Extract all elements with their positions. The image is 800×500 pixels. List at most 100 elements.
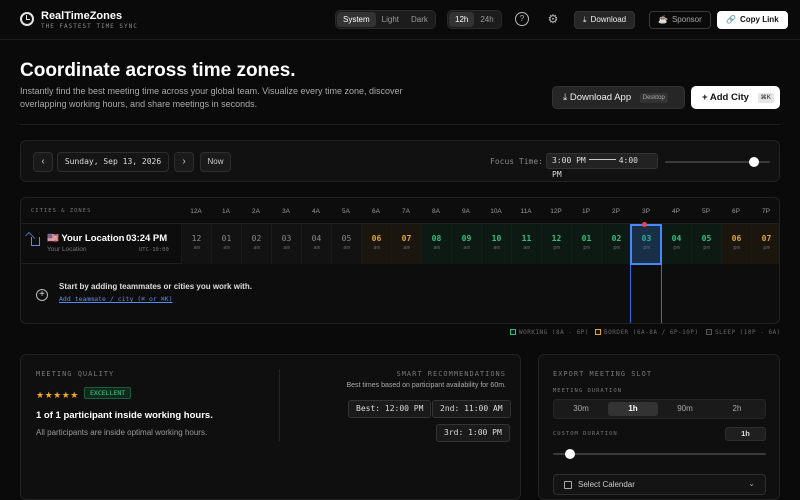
help-icon[interactable]: ? — [515, 12, 529, 26]
copy-link-button[interactable]: 🔗 Copy Link — [717, 11, 788, 29]
format-12h-option[interactable]: 12h — [449, 12, 475, 27]
hour-label: 2P — [612, 208, 620, 215]
coffee-icon: ☕ — [658, 15, 668, 24]
hour-cell[interactable]: 11 am — [511, 224, 541, 264]
cities-zones-label: CITIES & ZONES — [31, 208, 92, 214]
calendar-select-label: Select Calendar — [578, 480, 635, 489]
focus-time-range: 3:00 PM 4:00 PM — [546, 153, 658, 179]
download-button[interactable]: ⤓ Download — [574, 11, 636, 29]
hour-cell[interactable]: 08 am — [421, 224, 451, 264]
rating-badge: EXCELLENT — [84, 387, 132, 399]
hour-label: 11A — [520, 208, 532, 215]
hour-label: 6P — [732, 208, 740, 215]
recommendation-second[interactable]: 2nd: 11:00 AM — [432, 400, 511, 418]
hour-cell-period: pm — [613, 245, 620, 251]
hour-cell-hour: 02 — [611, 234, 622, 243]
hour-label: 6A — [372, 208, 380, 215]
custom-duration-slider-track[interactable] — [553, 453, 766, 455]
now-button[interactable]: Now — [200, 152, 231, 172]
hour-cell-hour: 04 — [671, 234, 682, 243]
hour-cell[interactable]: 02 am — [241, 224, 271, 264]
recommendation-best[interactable]: Best: 12:00 PM — [348, 400, 432, 418]
hour-header: CITIES & ZONES 12A 1A 2A 3A 4A 5A 6A 7A 8A 9A 10A 1… — [21, 198, 779, 224]
hour-cell-period: am — [403, 245, 410, 251]
hour-cell-hour: 08 — [431, 234, 442, 243]
hour-cell-period: am — [283, 245, 290, 251]
hour-cell-hour: 02 — [251, 234, 262, 243]
hour-label: 12P — [550, 208, 562, 215]
hour-cell[interactable]: 03 am — [271, 224, 301, 264]
hour-label: 2A — [252, 208, 260, 215]
duration-30m[interactable]: 30m — [556, 402, 606, 416]
recommendation-third[interactable]: 3rd: 1:00 PM — [436, 424, 510, 442]
calendar-select[interactable]: Select Calendar ⌄ — [553, 474, 766, 495]
hour-label: 7A — [402, 208, 410, 215]
theme-system-option[interactable]: System — [337, 12, 376, 27]
hour-cell[interactable]: 01 am — [211, 224, 241, 264]
prev-day-button[interactable]: ‹ — [33, 152, 53, 172]
hour-cell-hour: 01 — [581, 234, 592, 243]
hour-label: 4P — [672, 208, 680, 215]
hour-cell[interactable]: 01 pm — [571, 224, 601, 264]
duration-1h[interactable]: 1h — [608, 402, 658, 416]
hour-cell[interactable]: 04 am — [301, 224, 331, 264]
hour-cell-period: am — [193, 245, 200, 251]
location-row[interactable]: 🇺🇸 Your Location Your Location 03:24 PM … — [21, 224, 779, 264]
hour-cell-hour: 06 — [731, 234, 742, 243]
hour-cell[interactable]: 12 pm — [541, 224, 571, 264]
hour-cell[interactable]: 12 am — [181, 224, 211, 264]
hour-cell[interactable]: 10 am — [481, 224, 511, 264]
working-swatch — [510, 329, 516, 335]
chevron-down-icon: ⌄ — [748, 479, 755, 488]
location-utc-offset: UTC-10:00 — [139, 247, 169, 253]
hour-cell-period: pm — [583, 245, 590, 251]
format-24h-option[interactable]: 24h — [474, 12, 499, 27]
link-icon: 🔗 — [726, 15, 736, 24]
theme-light-option[interactable]: Light — [376, 12, 405, 27]
top-header: RealTimeZones THE FASTEST TIME SYNC Syst… — [0, 0, 800, 40]
recommendations-subtitle: Best times based on participant availabi… — [346, 382, 506, 389]
focus-cell-highlight[interactable] — [630, 224, 662, 265]
plus-icon: + — [702, 92, 708, 103]
hour-cell-period: pm — [673, 245, 680, 251]
legend-working: WORKING (8A - 6P) — [510, 329, 589, 336]
download-app-button[interactable]: ⤓ Download App Desktop — [552, 86, 685, 109]
hour-label: 12A — [190, 208, 202, 215]
date-display[interactable]: Sunday, Sep 13, 2026 — [57, 152, 169, 172]
hero-title: Coordinate across time zones. — [20, 60, 296, 81]
duration-selector: 30m 1h 90m 2h — [553, 399, 766, 419]
timezone-grid: CITIES & ZONES 12A 1A 2A 3A 4A 5A 6A 7A 8A 9A 10A 1… — [20, 197, 780, 324]
hour-cell[interactable]: 06 pm — [721, 224, 751, 264]
duration-90m[interactable]: 90m — [660, 402, 710, 416]
add-teammate-link[interactable]: Add teammate / city (⌘ or ⌘K) — [59, 295, 173, 303]
theme-dark-option[interactable]: Dark — [405, 12, 434, 27]
hour-cell[interactable]: 07 am — [391, 224, 421, 264]
hour-label: 1A — [222, 208, 230, 215]
hour-cell[interactable]: 07 pm — [751, 224, 779, 264]
custom-duration-value[interactable]: 1h — [725, 427, 766, 441]
hour-cell-period: am — [373, 245, 380, 251]
hour-cell[interactable]: 06 am — [361, 224, 391, 264]
hour-cell-period: am — [313, 245, 320, 251]
divider — [20, 124, 780, 125]
hour-cell[interactable]: 05 pm — [691, 224, 721, 264]
hour-cell[interactable]: 05 am — [331, 224, 361, 264]
theme-toggle: System Light Dark — [335, 10, 436, 29]
hour-cell[interactable]: 09 am — [451, 224, 481, 264]
custom-duration-slider-thumb[interactable] — [565, 449, 576, 459]
legend-sleep: SLEEP (10P - 6A) — [706, 329, 781, 336]
hour-cell[interactable]: 04 pm — [661, 224, 691, 264]
next-day-button[interactable]: › — [174, 152, 194, 172]
add-circle-icon[interactable]: + — [36, 289, 48, 301]
hour-cell-period: am — [523, 245, 530, 251]
hour-cell-hour: 01 — [221, 234, 232, 243]
hour-cell[interactable]: 02 pm — [601, 224, 631, 264]
sponsor-button[interactable]: ☕ Sponsor — [649, 11, 711, 29]
hour-label: 1P — [582, 208, 590, 215]
settings-gear-icon[interactable]: ⚙ — [546, 12, 560, 26]
location-current-time: 03:24 PM — [126, 233, 168, 244]
add-city-button[interactable]: + Add City ⌘K — [691, 86, 780, 109]
hour-cell-period: am — [253, 245, 260, 251]
focus-slider-thumb[interactable] — [749, 157, 760, 167]
duration-2h[interactable]: 2h — [712, 402, 762, 416]
